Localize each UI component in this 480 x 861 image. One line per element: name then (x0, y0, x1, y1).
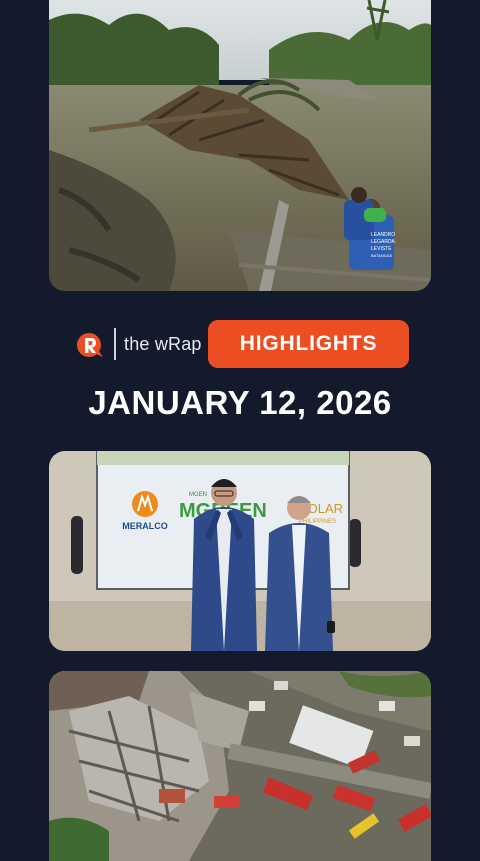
brand-divider (114, 328, 116, 360)
date-title: JANUARY 12, 2026 (88, 384, 392, 421)
wrap-label: the wRap (124, 334, 202, 354)
river-scene-image: LEANDRO LEGARDA LEVISTE BATANGAS (49, 0, 431, 291)
shirt-text-3: LEVISTE (371, 246, 392, 252)
news-photo-river-collapse[interactable]: LEANDRO LEGARDA LEVISTE BATANGAS (49, 0, 431, 291)
shirt-text-2: LEGARDA (371, 239, 396, 245)
news-photo-collapse-aerial[interactable] (49, 671, 431, 861)
screen-logo-meralco: MERALCO (122, 521, 168, 531)
brand-row: the wRap HIGHLIGHTS (0, 320, 480, 368)
rappler-logo-icon (77, 333, 103, 357)
news-photo-meralco-announcement[interactable]: MERALCO MGEN MGREEN SOLAR PHILIPPINES (49, 451, 431, 651)
aerial-collapse-image (49, 671, 431, 861)
highlights-badge[interactable]: HIGHLIGHTS (208, 320, 409, 368)
executives-scene-image: MERALCO MGEN MGREEN SOLAR PHILIPPINES (49, 451, 431, 651)
screen-logo-mgen: MGEN (189, 492, 207, 498)
shirt-text-1: LEANDRO (371, 232, 395, 238)
shirt-text-4: BATANGAS (371, 253, 393, 258)
